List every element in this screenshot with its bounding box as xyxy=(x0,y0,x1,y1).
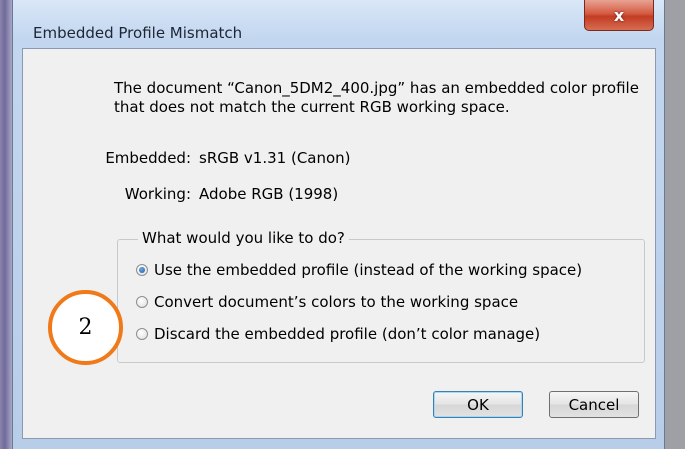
dialog-window: Embedded Profile Mismatch x The document… xyxy=(12,0,665,449)
radio-use-embedded[interactable] xyxy=(136,264,148,276)
step-number-annotation: 2 xyxy=(48,290,123,365)
options-groupbox: What would you like to do? Use the embed… xyxy=(117,229,645,363)
embedded-value: sRGB v1.31 (Canon) xyxy=(199,149,351,167)
background-right-strip xyxy=(665,0,685,449)
title-bar[interactable]: Embedded Profile Mismatch x xyxy=(13,0,664,48)
options-caption: What would you like to do? xyxy=(138,229,349,247)
option-convert[interactable]: Convert document’s colors to the working… xyxy=(136,292,518,312)
ok-button[interactable]: OK xyxy=(433,391,523,418)
radio-convert[interactable] xyxy=(136,296,148,308)
dialog-body: The document “Canon_5DM2_400.jpg” has an… xyxy=(22,48,656,439)
window-title: Embedded Profile Mismatch xyxy=(33,24,243,42)
working-label: Working: xyxy=(124,185,191,203)
embedded-profile-row: Embedded: sRGB v1.31 (Canon) xyxy=(23,149,657,169)
background-left-strip xyxy=(0,0,12,449)
option-convert-label: Convert document’s colors to the working… xyxy=(154,293,519,311)
mismatch-message: The document “Canon_5DM2_400.jpg” has an… xyxy=(114,79,639,116)
radio-discard[interactable] xyxy=(136,328,148,340)
option-use-embedded[interactable]: Use the embedded profile (instead of the… xyxy=(136,260,582,280)
option-discard[interactable]: Discard the embedded profile (don’t colo… xyxy=(136,324,540,344)
option-use-embedded-label: Use the embedded profile (instead of the… xyxy=(154,261,583,279)
working-value: Adobe RGB (1998) xyxy=(199,185,339,203)
close-icon: x xyxy=(613,5,625,25)
cancel-button[interactable]: Cancel xyxy=(549,391,639,418)
option-discard-label: Discard the embedded profile (don’t colo… xyxy=(154,325,541,343)
close-button[interactable]: x xyxy=(584,0,654,31)
embedded-label: Embedded: xyxy=(105,149,191,167)
working-profile-row: Working: Adobe RGB (1998) xyxy=(23,185,657,205)
